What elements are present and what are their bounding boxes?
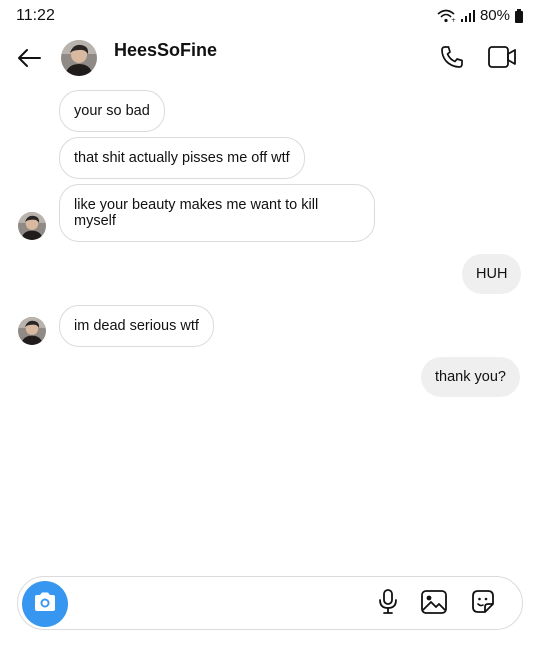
- voice-call-button[interactable]: [437, 44, 467, 74]
- message-composer: [17, 576, 523, 630]
- voice-message-button[interactable]: [373, 588, 403, 621]
- status-time: 11:22: [16, 7, 55, 24]
- message-incoming[interactable]: that shit actually pisses me off wtf: [59, 137, 305, 179]
- message-outgoing[interactable]: thank you?: [421, 357, 520, 397]
- sender-avatar[interactable]: [18, 212, 46, 240]
- message-incoming[interactable]: im dead serious wtf: [59, 305, 214, 347]
- sticker-button[interactable]: [468, 589, 498, 619]
- status-icons: + 80%: [436, 7, 524, 24]
- battery-percent: 80%: [479, 7, 510, 24]
- chat-header: HeesSoFine: [0, 34, 540, 86]
- message-text: that shit actually pisses me off wtf: [74, 150, 290, 166]
- message-text: your so bad: [74, 103, 150, 119]
- back-button[interactable]: [14, 45, 44, 75]
- sticker-icon: [469, 588, 497, 621]
- message-incoming[interactable]: your so bad: [59, 90, 165, 132]
- image-icon: [420, 588, 448, 621]
- microphone-icon: [377, 588, 399, 621]
- message-text: HUH: [476, 266, 508, 282]
- wifi-icon: +: [436, 9, 456, 23]
- camera-icon: [33, 591, 57, 618]
- phone-icon: [439, 44, 465, 75]
- signal-icon: [460, 9, 476, 23]
- message-outgoing[interactable]: HUH: [462, 254, 522, 294]
- contact-name[interactable]: HeesSoFine: [114, 40, 217, 61]
- message-input[interactable]: [78, 591, 372, 617]
- contact-avatar[interactable]: [61, 40, 97, 76]
- video-call-button[interactable]: [486, 44, 518, 74]
- message-text: like your beauty makes me want to kill m…: [74, 197, 319, 229]
- message-incoming[interactable]: like your beauty makes me want to kill m…: [59, 184, 375, 242]
- sender-avatar[interactable]: [18, 317, 46, 345]
- camera-button[interactable]: [22, 581, 68, 627]
- message-text: thank you?: [435, 369, 506, 385]
- arrow-left-icon: [16, 48, 42, 73]
- battery-icon: [514, 8, 524, 23]
- message-text: im dead serious wtf: [74, 318, 199, 334]
- status-bar: 11:22 + 80%: [0, 0, 540, 34]
- video-camera-icon: [487, 45, 517, 74]
- svg-text:+: +: [451, 17, 456, 23]
- gallery-button[interactable]: [419, 589, 449, 619]
